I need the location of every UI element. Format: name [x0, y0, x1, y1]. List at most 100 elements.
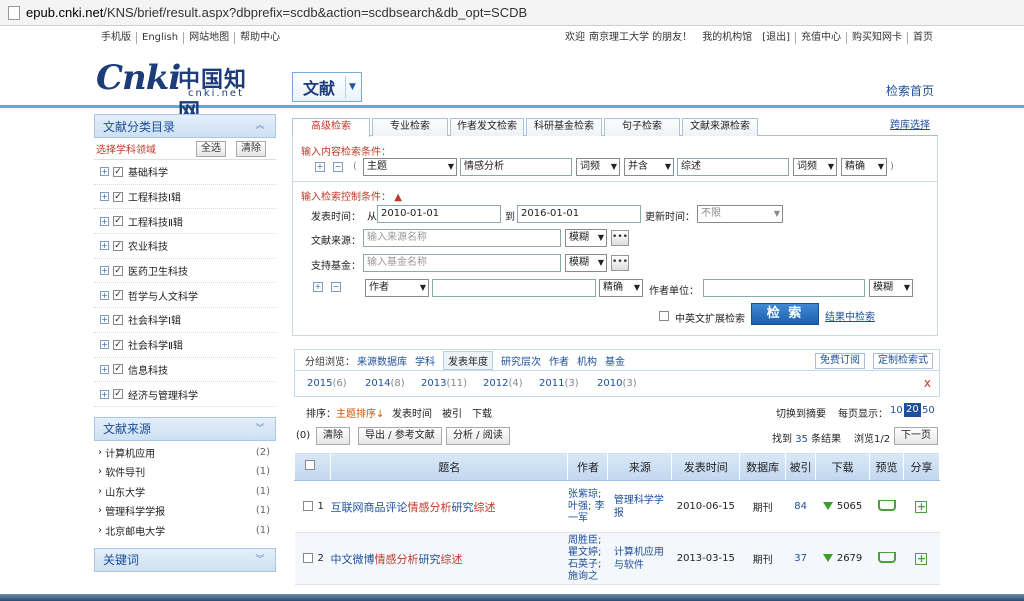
logic-select[interactable]: 并含 ▼ [624, 158, 674, 176]
source-item[interactable]: › 管理科学学报 (1) [94, 501, 276, 520]
year-item[interactable]: 2010(3) [597, 378, 637, 389]
category-item[interactable]: + ✓ 信息科技 [94, 358, 276, 383]
source-panel-header[interactable]: 文献来源 ︾ [94, 416, 276, 441]
mobile-link[interactable]: 手机版 [96, 32, 137, 44]
keyword-panel-header[interactable]: 关键词 ︾ [94, 547, 276, 572]
group-year[interactable]: 发表年度 [443, 350, 493, 370]
year-item[interactable]: 2014(8) [365, 378, 405, 389]
org-match-select[interactable]: 模糊 ▼ [869, 279, 913, 297]
logout-link[interactable]: [退出] [757, 32, 796, 44]
fund-browse-button[interactable]: ••• [611, 255, 629, 271]
search-in-results-link[interactable]: 结果中检索 [825, 308, 875, 323]
category-item[interactable]: + ✓ 经济与管理科学 [94, 382, 276, 407]
recharge-link[interactable]: 充值中心 [796, 32, 847, 44]
result-downloads[interactable]: 2679 [815, 532, 870, 585]
expand-icon[interactable]: + [100, 266, 109, 276]
category-checkbox[interactable]: ✓ [113, 265, 123, 276]
year-item[interactable]: 2015(6) [307, 378, 347, 389]
expand-icon[interactable]: + [100, 315, 109, 325]
download-icon[interactable] [822, 554, 833, 562]
sort-time[interactable]: 发表时间 [392, 405, 432, 420]
category-item[interactable]: + ✓ 哲学与人文科学 [94, 283, 276, 309]
group-fund[interactable]: 基金 [605, 353, 625, 368]
source-browse-button[interactable]: ••• [611, 230, 629, 246]
freq-select-1[interactable]: 词频 ▼ [576, 158, 620, 176]
category-item[interactable]: + ✓ 基础科学 [94, 160, 276, 185]
expand-icon[interactable]: + [100, 364, 109, 374]
sort-cited[interactable]: 被引 [442, 405, 462, 420]
collapse-icon[interactable]: ︾ [253, 554, 267, 566]
remove-row-icon[interactable]: − [333, 162, 343, 172]
preview-book-icon[interactable] [877, 551, 896, 563]
group-database[interactable]: 来源数据库 [357, 353, 407, 368]
author-input[interactable] [432, 279, 596, 297]
author-match-select[interactable]: 精确 ▼ [599, 279, 643, 297]
source-input[interactable]: 输入来源名称 [363, 229, 561, 247]
expand-icon[interactable]: + [100, 167, 109, 177]
category-checkbox[interactable]: ✓ [113, 166, 123, 177]
category-item[interactable]: + ✓ 社会科学Ⅰ辑 [94, 308, 276, 333]
collapse-icon[interactable]: ︾ [253, 423, 267, 435]
result-authors[interactable]: 周胜臣; 瞿文婷; 石英子; 施询之 [567, 532, 608, 585]
year-item[interactable]: 2012(4) [483, 378, 523, 389]
buy-card-link[interactable]: 购买知网卡 [847, 32, 908, 44]
result-cited[interactable]: 37 [785, 532, 816, 585]
result-downloads[interactable]: 5065 [815, 480, 870, 533]
expand-icon[interactable]: + [100, 340, 109, 350]
source-match-select[interactable]: 模糊 ▼ [565, 229, 607, 247]
source-item[interactable]: › 北京邮电大学 (1) [94, 520, 276, 539]
category-checkbox[interactable]: ✓ [113, 389, 123, 400]
address-bar[interactable]: epub.cnki.net/KNS/brief/result.aspx?dbpr… [0, 0, 1024, 26]
export-button[interactable]: 导出 / 参考文献 [358, 427, 442, 445]
group-subject[interactable]: 学科 [415, 353, 435, 368]
author-field-select[interactable]: 作者 ▼ [365, 279, 429, 297]
expand-icon[interactable]: + [100, 192, 109, 202]
result-authors[interactable]: 张紫琼; 叶强; 李一军 [567, 480, 608, 533]
per-page-20[interactable]: 20 [904, 403, 921, 417]
select-all-checkbox[interactable] [304, 460, 315, 470]
category-item[interactable]: + ✓ 社会科学Ⅱ辑 [94, 333, 276, 358]
expand-icon[interactable]: + [100, 290, 109, 300]
category-checkbox[interactable]: ✓ [113, 290, 123, 301]
sitemap-link[interactable]: 网站地图 [184, 32, 236, 44]
my-org-link[interactable]: 我的机构馆 [697, 32, 757, 44]
clear-subjects-button[interactable]: 清除 [236, 141, 266, 157]
update-time-select[interactable]: 不限 ▼ [697, 205, 783, 223]
group-author[interactable]: 作者 [549, 353, 569, 368]
switch-abstract-link[interactable]: 切换到摘要 [776, 405, 826, 420]
field-select-1[interactable]: 主题 ▼ [363, 158, 457, 176]
year-item[interactable]: 2013(11) [421, 378, 467, 389]
tab-professional[interactable]: 专业检索 [372, 118, 448, 136]
date-to-input[interactable]: 2016-01-01 [517, 205, 641, 223]
next-page-button[interactable]: 下一页 [894, 427, 938, 445]
expand-icon[interactable]: + [100, 241, 109, 251]
sort-topic[interactable]: 主题排序↓ [336, 405, 384, 420]
english-link[interactable]: English [137, 32, 185, 44]
fund-match-select[interactable]: 模糊 ▼ [565, 254, 607, 272]
group-institution[interactable]: 机构 [577, 353, 597, 368]
url-text[interactable]: epub.cnki.net/KNS/brief/result.aspx?dbpr… [26, 5, 527, 20]
tab-author[interactable]: 作者发文检索 [450, 118, 524, 136]
collapse-icon[interactable]: ︽ [253, 120, 267, 132]
source-item[interactable]: › 软件导刊 (1) [94, 462, 276, 481]
result-source[interactable]: 管理科学学报 [607, 480, 672, 533]
freq-select-2[interactable]: 词频 ▼ [793, 158, 837, 176]
remove-author-row-icon[interactable]: − [331, 282, 341, 292]
category-checkbox[interactable]: ✓ [113, 240, 123, 251]
add-author-row-icon[interactable]: + [313, 282, 323, 292]
keyword-input-2[interactable]: 综述 [677, 158, 789, 176]
category-checkbox[interactable]: ✓ [113, 364, 123, 375]
precision-select[interactable]: 精确 ▼ [841, 158, 887, 176]
preview-book-icon[interactable] [877, 499, 896, 511]
date-from-input[interactable]: 2010-01-01 [377, 205, 501, 223]
search-home-link[interactable]: 检索首页 [886, 82, 934, 99]
result-cited[interactable]: 84 [785, 480, 816, 533]
per-page-10[interactable]: 10 [890, 405, 903, 416]
category-item[interactable]: + ✓ 农业科技 [94, 234, 276, 259]
download-icon[interactable] [822, 502, 833, 510]
cross-db-link[interactable]: 跨库选择 [890, 116, 930, 131]
result-title[interactable]: 互联网商品评论情感分析研究综述 [330, 501, 495, 514]
free-subscribe-button[interactable]: 免费订阅 [815, 353, 865, 369]
result-title[interactable]: 中文微博情感分析研究综述 [330, 553, 462, 566]
category-checkbox[interactable]: ✓ [113, 216, 123, 227]
